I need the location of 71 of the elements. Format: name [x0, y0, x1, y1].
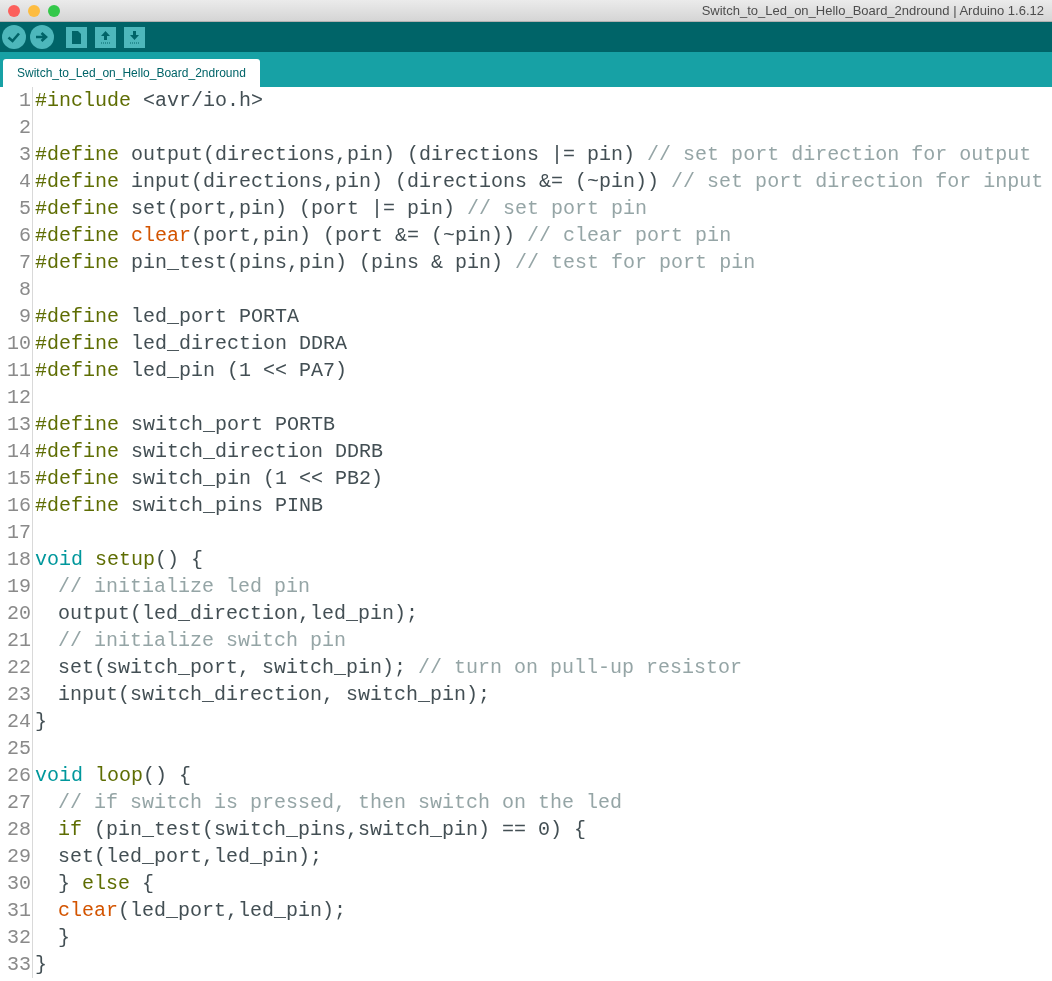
line-number: 22 [6, 655, 32, 681]
line-number: 31 [6, 898, 32, 924]
code-line: #define output(directions,pin) (directions |= pin) // set port direction for output [34, 142, 1032, 168]
code-line: #define switch_direction DDRB [34, 439, 384, 465]
code-line: } [34, 709, 47, 735]
line-number: 14 [6, 439, 32, 465]
code-line: void setup() { [34, 547, 204, 573]
code-line: #define pin_test(pins,pin) (pins & pin) // test for port pin [34, 250, 756, 276]
new-button[interactable] [66, 26, 87, 48]
line-number: 1 [18, 88, 32, 114]
line-number: 33 [6, 952, 32, 978]
code-line: set(led_port,led_pin); [57, 844, 323, 870]
line-number: 17 [6, 520, 32, 546]
code-line: clear(led_port,led_pin); [57, 898, 347, 924]
code-line: void loop() { [34, 763, 192, 789]
line-number: 27 [6, 790, 32, 816]
line-number: 32 [6, 925, 32, 951]
window-title: Switch_to_Led_on_Hello_Board_2ndround | Arduino 1.6.12 [701, 1, 1044, 20]
code-line: #include <avr/io.h> [34, 88, 264, 114]
code-line: #define led_port PORTA [34, 304, 300, 330]
code-line: #define input(directions,pin) (directions &= (~pin)) // set port direction for input [34, 169, 1044, 195]
line-number: 12 [6, 385, 32, 411]
code-line: input(switch_direction, switch_pin); [57, 682, 491, 708]
line-number: 11 [6, 358, 32, 384]
line-number: 30 [6, 871, 32, 897]
code-line: #define switch_pins PINB [34, 493, 324, 519]
code-line: if (pin_test(switch_pins,switch_pin) == 0) { [57, 817, 587, 843]
code-line: #define led_direction DDRA [34, 331, 348, 357]
line-number: 3 [18, 142, 32, 168]
open-button[interactable] [95, 26, 116, 48]
line-number: 2 [18, 115, 32, 141]
file-tab[interactable]: Switch_to_Led_on_Hello_Board_2ndround [3, 59, 260, 87]
code-line: } [57, 925, 70, 951]
line-number: 4 [18, 169, 32, 195]
upload-button[interactable] [30, 25, 54, 49]
verify-button[interactable] [2, 25, 26, 49]
code-line: #define set(port,pin) (port |= pin) // set port pin [34, 196, 648, 222]
save-button[interactable] [124, 26, 145, 48]
code-line: #define switch_pin (1 << PB2) [34, 466, 384, 492]
code-line: #define led_pin (1 << PA7) [34, 358, 348, 384]
line-number: 13 [6, 412, 32, 438]
code-line: } [34, 952, 47, 978]
line-number: 18 [6, 547, 32, 573]
line-number: 28 [6, 817, 32, 843]
line-number: 10 [6, 331, 32, 357]
line-number: 20 [6, 601, 32, 627]
line-number: 19 [6, 574, 32, 600]
document-icon [66, 26, 87, 48]
line-number: 16 [6, 493, 32, 519]
line-number: 24 [6, 709, 32, 735]
code-line: output(led_direction,led_pin); [57, 601, 419, 627]
window-close-button[interactable] [8, 4, 20, 17]
line-number: 15 [6, 466, 32, 492]
line-number: 26 [6, 763, 32, 789]
line-number: 25 [6, 736, 32, 762]
code-line: } else { [57, 871, 155, 897]
code-line: #define switch_port PORTB [34, 412, 336, 438]
code-line: #define clear(port,pin) (port &= (~pin)) // clear port pin [34, 223, 732, 249]
code-line: // initialize switch pin [57, 628, 347, 654]
line-number: 6 [18, 223, 32, 249]
line-number: 5 [18, 196, 32, 222]
line-number: 29 [6, 844, 32, 870]
code-line: // if switch is pressed, then switch on the led [57, 790, 623, 816]
line-number: 9 [18, 304, 32, 330]
window-zoom-button[interactable] [48, 4, 60, 17]
line-number: 7 [18, 250, 32, 276]
code-line: set(switch_port, switch_pin); // turn on pull-up resistor [57, 655, 743, 681]
code-line: // initialize led pin [57, 574, 311, 600]
line-number: 23 [6, 682, 32, 708]
line-number: 21 [6, 628, 32, 654]
line-number: 8 [18, 277, 32, 303]
